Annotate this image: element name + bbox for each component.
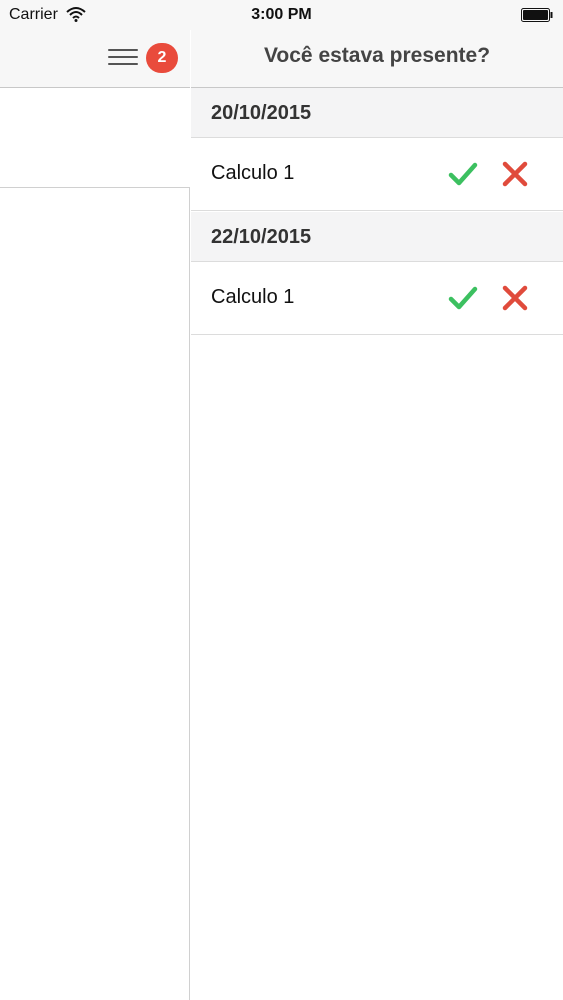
side-menu-cell[interactable]: [0, 88, 190, 188]
list-item: Calculo 1: [191, 262, 563, 335]
x-icon[interactable]: [499, 158, 531, 190]
side-menu-navbar: 2: [0, 30, 190, 88]
battery-icon: [521, 8, 553, 22]
side-menu-pane: 2: [0, 0, 190, 1000]
notification-badge: 2: [146, 43, 178, 73]
section-date: 20/10/2015: [211, 102, 312, 124]
hamburger-icon[interactable]: [108, 46, 138, 70]
section-date: 22/10/2015: [211, 226, 312, 248]
status-bar: Carrier 3:00 PM: [0, 0, 563, 30]
class-name: Calculo 1: [211, 162, 295, 184]
navbar: Você estava presente?: [191, 30, 563, 88]
list-item: Calculo 1: [191, 138, 563, 211]
x-icon[interactable]: [499, 282, 531, 314]
clock: 3:00 PM: [251, 6, 312, 23]
section-header: 22/10/2015: [191, 212, 563, 262]
section-header: 20/10/2015: [191, 88, 563, 138]
checkmark-icon[interactable]: [447, 282, 479, 314]
checkmark-icon[interactable]: [447, 158, 479, 190]
page-title: Você estava presente?: [263, 44, 491, 67]
class-name: Calculo 1: [211, 286, 295, 308]
attendance-pane: Você estava presente? 20/10/2015 Calculo…: [191, 0, 563, 1000]
